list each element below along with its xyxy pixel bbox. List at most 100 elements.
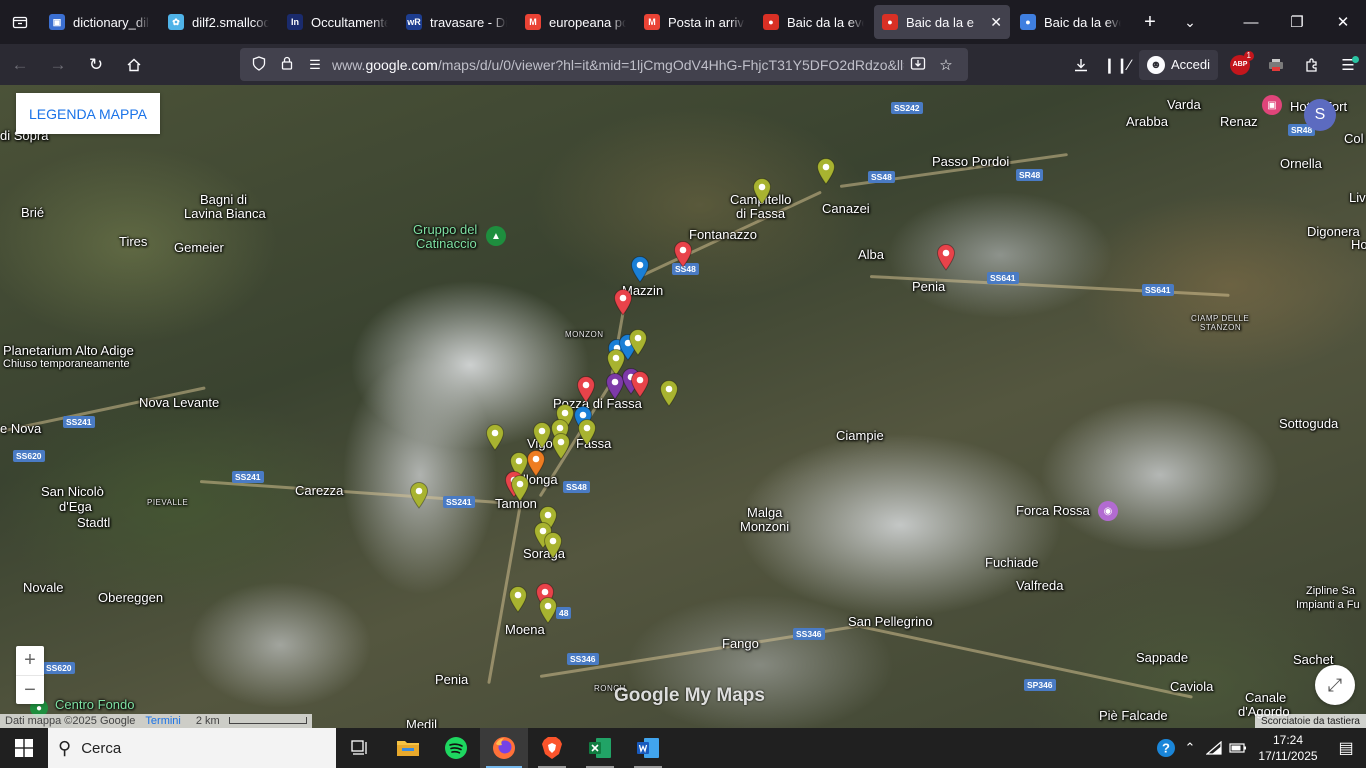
browser-tab[interactable]: ▣ dictionary_dilf	[41, 5, 158, 39]
restore-button[interactable]: ❐	[1274, 0, 1320, 44]
place-label: Medil	[406, 717, 438, 729]
back-button[interactable]: ←	[2, 49, 38, 81]
reload-button[interactable]: ↻	[78, 49, 114, 81]
map-pin-marker[interactable]	[630, 370, 650, 398]
clock-date: 17/11/2025	[1258, 749, 1318, 763]
show-hidden-icons-button[interactable]: ⌃	[1178, 728, 1202, 768]
install-app-icon[interactable]	[904, 55, 932, 75]
home-button[interactable]	[116, 49, 152, 81]
road-shield: SS620	[13, 450, 45, 462]
map-pin-marker[interactable]	[532, 421, 552, 449]
taskbar-search[interactable]: ⚲ Cerca	[48, 728, 336, 768]
notification-center-button[interactable]: ▤	[1326, 728, 1366, 768]
map-pin-marker[interactable]	[613, 288, 633, 316]
network-tray-button[interactable]	[1202, 728, 1226, 768]
account-button[interactable]: ☻ Accedi	[1138, 49, 1218, 80]
map-pin-marker[interactable]	[485, 423, 505, 451]
browser-tab[interactable]: wR travasare - Diz	[398, 5, 515, 39]
tab-strip: ▣ dictionary_dilf ✿ dilf2.smallcode In Occult…	[40, 5, 1130, 39]
windows-logo-icon	[15, 739, 33, 757]
map-pin-marker[interactable]	[526, 449, 546, 477]
map-pin-marker[interactable]	[508, 585, 528, 613]
file-explorer-app[interactable]	[384, 728, 432, 768]
place-label: Penia	[912, 279, 946, 294]
map-legend-button[interactable]: LEGENDA MAPPA	[16, 93, 160, 134]
close-tab-icon[interactable]: ✕	[990, 14, 1002, 31]
mountain-poi-icon[interactable]: ▲	[486, 226, 506, 246]
task-view-button[interactable]	[336, 728, 384, 768]
browser-tab[interactable]: In Occultamente	[279, 5, 396, 39]
address-bar[interactable]: ☰ www.google.com/maps/d/u/0/viewer?hl=it…	[240, 48, 968, 81]
start-button[interactable]	[0, 728, 48, 768]
map-pin-icon	[673, 241, 693, 268]
map-pin-icon	[816, 158, 836, 185]
extension-button[interactable]	[1258, 49, 1294, 81]
place-label: Valfreda	[1016, 578, 1064, 593]
lock-icon[interactable]	[276, 56, 298, 73]
browser-tab[interactable]: ● Baic da la eve	[1012, 5, 1129, 39]
minimize-button[interactable]: —	[1228, 0, 1274, 44]
road-shield: SS242	[891, 102, 923, 114]
map-canvas[interactable]: di Sopra Bagni di Lavina Bianca Brié Tires Ge…	[0, 85, 1366, 728]
battery-tray-button[interactable]	[1226, 728, 1250, 768]
map-pin-icon	[936, 244, 956, 271]
taskbar-clock[interactable]: 17:24 17/11/2025	[1250, 732, 1326, 764]
map-pin-marker[interactable]	[673, 240, 693, 268]
scale-indicator[interactable]: 2 km	[186, 715, 312, 727]
help-tray-button[interactable]: ?	[1154, 728, 1178, 768]
map-pin-marker[interactable]	[543, 531, 563, 559]
map-pin-marker[interactable]	[510, 474, 530, 502]
app-menu-button[interactable]: ☰	[1330, 49, 1366, 81]
terms-link[interactable]: Termini	[140, 715, 185, 727]
map-pin-marker[interactable]	[630, 255, 650, 283]
excel-app[interactable]	[576, 728, 624, 768]
close-window-button[interactable]: ✕	[1320, 0, 1366, 44]
update-dot	[1352, 55, 1359, 63]
shield-icon[interactable]	[248, 55, 270, 74]
chevron-up-icon: ⌃	[1184, 740, 1196, 755]
extensions-button[interactable]	[1294, 49, 1330, 81]
firefox-app[interactable]	[480, 728, 528, 768]
place-label: Ciampie	[836, 428, 884, 443]
map-pin-marker[interactable]	[659, 379, 679, 407]
map-pin-marker[interactable]	[577, 418, 597, 446]
home-icon	[127, 58, 141, 71]
forward-button[interactable]: →	[40, 49, 76, 81]
adblock-plus-button[interactable]: ABP 1	[1222, 49, 1258, 81]
spotify-app[interactable]	[432, 728, 480, 768]
map-pin-marker[interactable]	[752, 177, 772, 205]
browser-tab[interactable]: Meuropeana po	[517, 5, 634, 39]
bookmark-star-icon[interactable]: ☆	[932, 56, 960, 74]
browser-tab[interactable]: M Posta in arrivo	[636, 5, 753, 39]
list-all-tabs-button[interactable]: ⌄	[1170, 0, 1210, 44]
map-pin-marker[interactable]	[576, 375, 596, 403]
fullscreen-button[interactable]: ⤢	[1315, 665, 1355, 705]
browser-tab[interactable]: ● Baic da la e ✕	[874, 5, 1010, 39]
firefox-view-button[interactable]	[0, 0, 40, 44]
map-pin-marker[interactable]	[816, 157, 836, 185]
map-pin-marker[interactable]	[409, 481, 429, 509]
road-shield: 48	[556, 607, 572, 619]
user-avatar[interactable]: S	[1304, 99, 1336, 131]
map-pin-marker[interactable]	[936, 243, 956, 271]
brave-app[interactable]	[528, 728, 576, 768]
new-tab-button[interactable]: +	[1130, 0, 1170, 44]
map-pin-marker[interactable]	[538, 596, 558, 624]
map-pin-marker[interactable]	[551, 432, 571, 460]
keyboard-shortcuts-link[interactable]: Scorciatoie da tastiera	[1255, 714, 1366, 728]
place-label: PIEVALLE	[147, 498, 189, 507]
permissions-icon[interactable]: ☰	[304, 57, 326, 73]
place-label: Carezza	[295, 483, 344, 498]
downloads-button[interactable]	[1063, 49, 1099, 81]
library-button[interactable]: ❙❙∕	[1099, 49, 1135, 81]
map-pin-marker[interactable]	[628, 328, 648, 356]
word-app[interactable]	[624, 728, 672, 768]
browser-tab[interactable]: ✿ dilf2.smallcode	[160, 5, 277, 39]
browser-tab[interactable]: ● Baic da la eve	[755, 5, 872, 39]
hotel-poi-icon[interactable]: ▣	[1262, 95, 1282, 115]
zoom-out-button[interactable]: −	[16, 675, 44, 704]
viewpoint-poi-icon[interactable]: ◉	[1098, 501, 1118, 521]
wifi-icon	[1206, 741, 1222, 755]
search-placeholder: Cerca	[81, 739, 122, 757]
zoom-in-button[interactable]: +	[16, 646, 44, 675]
